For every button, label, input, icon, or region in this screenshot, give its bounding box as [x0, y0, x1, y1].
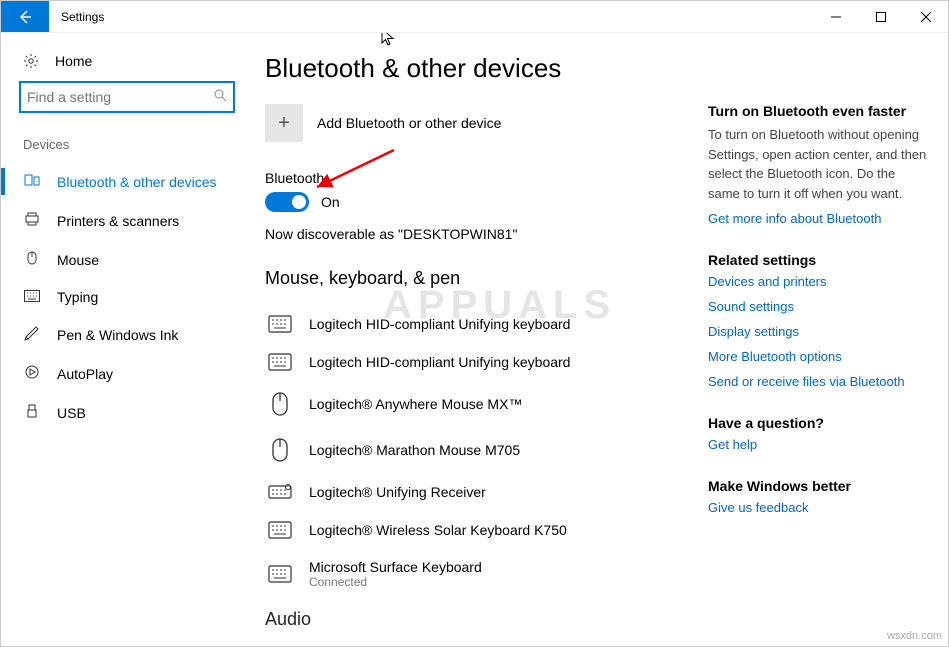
feedback-heading: Make Windows better [708, 478, 928, 494]
bluetooth-state: On [321, 194, 340, 210]
device-row[interactable]: Logitech® Marathon Mouse M705 [265, 427, 688, 473]
device-status: Connected [309, 575, 482, 589]
keyboard-icon [23, 289, 41, 305]
bluetooth-toggle[interactable] [265, 192, 309, 212]
pen-icon [23, 325, 41, 344]
add-device-label: Add Bluetooth or other device [317, 115, 501, 131]
device-name: Microsoft Surface Keyboard [309, 559, 482, 575]
keyboard-icon [267, 521, 293, 539]
sidebar-item-label: AutoPlay [57, 366, 113, 382]
add-device-button[interactable]: + Add Bluetooth or other device [265, 104, 688, 142]
device-row[interactable]: Logitech® Anywhere Mouse MX™ [265, 381, 688, 427]
sidebar-item-autoplay[interactable]: AutoPlay [1, 354, 253, 393]
link-feedback[interactable]: Give us feedback [708, 500, 928, 515]
devices-heading: Mouse, keyboard, & pen [265, 268, 688, 289]
device-row[interactable]: Logitech® Wireless Solar Keyboard K750 [265, 511, 688, 549]
sidebar-item-usb[interactable]: USB [1, 393, 253, 432]
search-wrap [1, 81, 253, 131]
info-panel: Turn on Bluetooth even faster To turn on… [708, 33, 948, 646]
search-input[interactable] [19, 81, 235, 113]
content: Bluetooth & other devices + Add Bluetoot… [253, 33, 708, 646]
device-row[interactable]: Microsoft Surface KeyboardConnected [265, 549, 688, 599]
printer-icon [23, 211, 41, 230]
sidebar-item-label: Bluetooth & other devices [57, 174, 217, 190]
device-row[interactable]: Logitech HID-compliant Unifying keyboard [265, 305, 688, 343]
sidebar-item-typing[interactable]: Typing [1, 279, 253, 315]
sidebar-item-label: Pen & Windows Ink [57, 327, 178, 343]
sidebar-item-pen[interactable]: Pen & Windows Ink [1, 315, 253, 354]
discoverable-status: Now discoverable as "DESKTOPWIN81" [265, 226, 688, 242]
plus-icon: + [265, 104, 303, 142]
sidebar-category: Devices [1, 131, 253, 162]
sidebar-home-label: Home [55, 53, 92, 69]
keyboard-icon [267, 315, 293, 333]
sidebar: Home Devices Bluetooth & other devices P… [1, 33, 253, 646]
related-heading: Related settings [708, 252, 928, 268]
mouse-icon [267, 391, 293, 417]
close-button[interactable] [903, 1, 948, 32]
tip-text: To turn on Bluetooth without opening Set… [708, 125, 928, 203]
search-icon [214, 89, 227, 105]
keyboard-icon [267, 353, 293, 371]
link-send-receive-files[interactable]: Send or receive files via Bluetooth [708, 374, 928, 389]
sidebar-item-printers[interactable]: Printers & scanners [1, 201, 253, 240]
mouse-icon [267, 437, 293, 463]
link-sound-settings[interactable]: Sound settings [708, 299, 928, 314]
sidebar-item-label: USB [57, 405, 86, 421]
page-title: Bluetooth & other devices [265, 53, 688, 84]
usb-icon [23, 403, 41, 422]
minimize-button[interactable] [813, 1, 858, 32]
sidebar-item-label: Mouse [57, 252, 99, 268]
question-heading: Have a question? [708, 415, 928, 431]
tip-link[interactable]: Get more info about Bluetooth [708, 211, 928, 226]
link-get-help[interactable]: Get help [708, 437, 928, 452]
back-button[interactable] [1, 1, 49, 32]
window-controls [813, 1, 948, 32]
cursor-icon [381, 33, 397, 51]
device-name: Logitech® Unifying Receiver [309, 484, 486, 500]
titlebar: Settings [1, 1, 948, 33]
autoplay-icon [23, 364, 41, 383]
device-name: Logitech HID-compliant Unifying keyboard [309, 354, 570, 370]
device-row[interactable]: Logitech HID-compliant Unifying keyboard [265, 343, 688, 381]
tip-heading: Turn on Bluetooth even faster [708, 103, 928, 119]
sidebar-item-label: Printers & scanners [57, 213, 179, 229]
link-display-settings[interactable]: Display settings [708, 324, 928, 339]
maximize-button[interactable] [858, 1, 903, 32]
sidebar-item-label: Typing [57, 289, 98, 305]
gear-icon [23, 53, 39, 69]
sidebar-item-mouse[interactable]: Mouse [1, 240, 253, 279]
link-devices-printers[interactable]: Devices and printers [708, 274, 928, 289]
arrow-left-icon [17, 9, 33, 25]
device-name: Logitech HID-compliant Unifying keyboard [309, 316, 570, 332]
sidebar-home[interactable]: Home [1, 47, 253, 81]
device-name: Logitech® Marathon Mouse M705 [309, 442, 520, 458]
device-name: Logitech® Wireless Solar Keyboard K750 [309, 522, 567, 538]
link-more-bluetooth[interactable]: More Bluetooth options [708, 349, 928, 364]
audio-heading: Audio [265, 609, 688, 630]
device-name: Logitech® Anywhere Mouse MX™ [309, 396, 522, 412]
keyboard-icon [267, 565, 293, 583]
device-row[interactable]: Logitech® Unifying Receiver [265, 473, 688, 511]
bluetooth-label: Bluetooth [265, 170, 688, 186]
source-tag: wsxdn.com [887, 630, 942, 642]
window-title: Settings [49, 1, 813, 32]
sidebar-item-bluetooth[interactable]: Bluetooth & other devices [1, 162, 253, 201]
receiver-icon [267, 483, 293, 501]
mouse-icon [23, 250, 41, 269]
devices-icon [23, 172, 41, 191]
